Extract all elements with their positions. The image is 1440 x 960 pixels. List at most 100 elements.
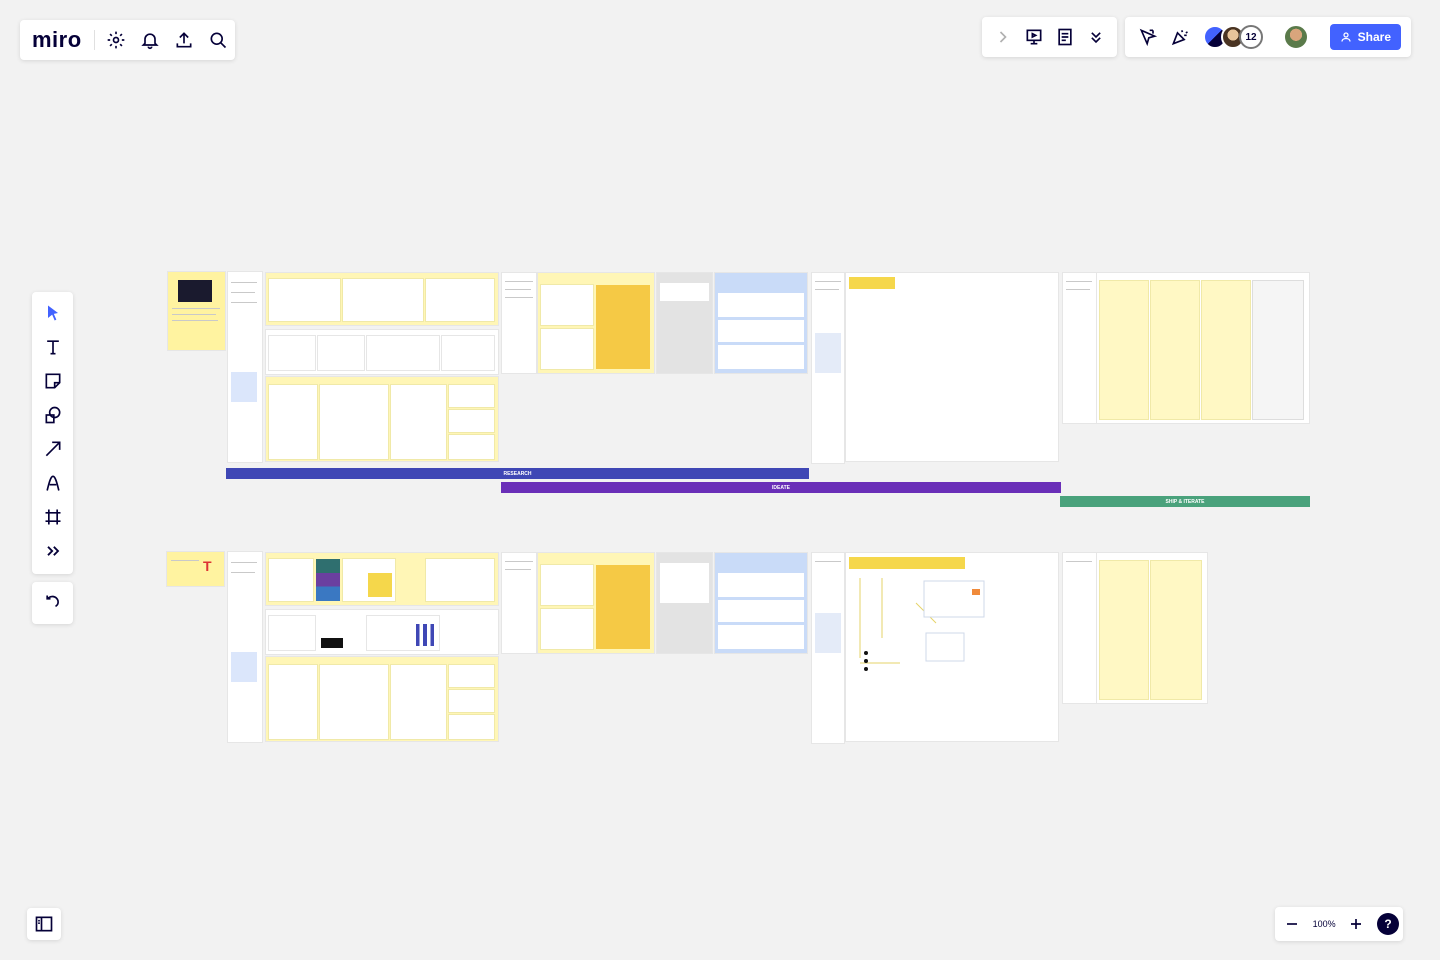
card (449, 715, 494, 739)
zoom-in-icon[interactable] (1343, 911, 1369, 937)
collaborator-avatars[interactable]: 12 (1203, 25, 1263, 49)
phase-bar-research[interactable]: research (226, 468, 809, 479)
frame-how-might-we[interactable] (538, 273, 654, 373)
card (269, 336, 315, 370)
text-line (231, 562, 257, 563)
card (269, 665, 317, 739)
text-line (171, 560, 199, 561)
user-icon (1341, 32, 1351, 42)
more-tools-icon[interactable] (40, 538, 66, 564)
phase-bar-ship[interactable]: ship & iterate (1060, 496, 1310, 507)
card (541, 565, 593, 605)
pen-icon[interactable] (40, 470, 66, 496)
frame-ideation-canvas[interactable] (846, 273, 1058, 461)
chevron-right-icon[interactable] (990, 24, 1016, 50)
phase-bar-ideate[interactable]: ideate (501, 482, 1061, 493)
cursor-follow-icon[interactable] (1135, 24, 1161, 50)
card (269, 559, 313, 601)
cover-image (178, 280, 212, 302)
text-line (172, 314, 216, 315)
frame-insights-2[interactable] (266, 610, 498, 654)
text-line (505, 289, 531, 290)
frame-insights[interactable] (266, 330, 498, 374)
creation-toolbar (32, 292, 73, 574)
phase-label: ideate (772, 484, 790, 491)
highlight-block (596, 285, 650, 369)
frame-research-notes-2[interactable] (228, 552, 262, 742)
frame-ideation-canvas-2[interactable] (846, 553, 1058, 741)
text-line (505, 569, 531, 570)
text-line (1066, 561, 1092, 562)
frame-backlog-2[interactable] (657, 553, 712, 653)
chevrons-down-icon[interactable] (1083, 24, 1109, 50)
zoom-level[interactable]: 100% (1313, 919, 1336, 929)
frame-research-notes[interactable] (228, 272, 262, 462)
frame-sketches[interactable] (812, 273, 844, 463)
frame-hypotheses[interactable] (715, 273, 807, 373)
upload-icon[interactable] (171, 27, 197, 53)
column (1202, 281, 1250, 419)
frame-user-interviews-2[interactable] (266, 553, 498, 605)
card (449, 665, 494, 687)
frame-backlog[interactable] (657, 273, 712, 373)
text-line (231, 302, 257, 303)
shapes-icon[interactable] (40, 402, 66, 428)
share-button[interactable]: Share (1329, 24, 1401, 50)
text-line (505, 297, 533, 298)
intro-sticky[interactable] (168, 272, 225, 350)
frame-user-interviews[interactable] (266, 273, 498, 325)
text-line (815, 289, 839, 290)
frame-prototype-notes-2[interactable] (1063, 553, 1097, 703)
text-line (172, 320, 218, 321)
phase-label: research (503, 470, 532, 477)
sidebar-icon (31, 911, 57, 937)
text-line (505, 561, 533, 562)
card (426, 279, 494, 321)
miro-logo[interactable]: miro (32, 27, 82, 53)
select-icon[interactable] (40, 300, 66, 326)
frame-sketches-2[interactable] (812, 553, 844, 743)
help-button[interactable]: ? (1377, 913, 1400, 935)
undo-panel (32, 582, 73, 624)
zoom-out-icon[interactable] (1279, 911, 1305, 937)
frame-personas-2[interactable] (266, 657, 498, 741)
user-avatar[interactable] (1283, 24, 1309, 50)
sticky-note-icon[interactable] (40, 368, 66, 394)
card (718, 573, 804, 597)
celebrate-icon[interactable] (1167, 24, 1193, 50)
notes-icon[interactable] (1052, 24, 1078, 50)
frame-test-results-2[interactable] (1097, 553, 1207, 703)
frame-problem-statement-2[interactable] (502, 553, 536, 653)
undo-icon[interactable] (40, 590, 66, 616)
text-line (172, 308, 220, 309)
search-icon[interactable] (205, 27, 231, 53)
color-swatches (316, 559, 340, 601)
frame-prototype-notes[interactable] (1063, 273, 1097, 423)
card (391, 385, 446, 459)
frame-personas[interactable] (266, 377, 498, 461)
card (269, 279, 340, 321)
settings-icon[interactable] (103, 27, 129, 53)
arrow-icon[interactable] (40, 436, 66, 462)
frame-how-might-we-2[interactable] (538, 553, 654, 653)
dark-block (321, 638, 343, 648)
intro-sticky-2[interactable]: T (167, 552, 224, 586)
text-icon[interactable] (40, 334, 66, 360)
column (1100, 561, 1148, 699)
text-line (1066, 281, 1092, 282)
card (718, 600, 804, 622)
card (320, 665, 388, 739)
bell-icon[interactable] (137, 27, 163, 53)
presentation-icon[interactable] (1021, 24, 1047, 50)
card (343, 279, 423, 321)
frame-icon[interactable] (40, 504, 66, 530)
frame-test-results[interactable] (1097, 273, 1309, 423)
highlight-block (596, 565, 650, 649)
frame-problem-statement[interactable] (502, 273, 536, 373)
thumbnail (815, 333, 841, 373)
frame-hypotheses-2[interactable] (715, 553, 807, 653)
thumbnail (231, 372, 257, 402)
collaborator-count[interactable]: 12 (1239, 25, 1263, 49)
board-panel-toggle[interactable] (27, 908, 61, 940)
text-line (231, 292, 255, 293)
